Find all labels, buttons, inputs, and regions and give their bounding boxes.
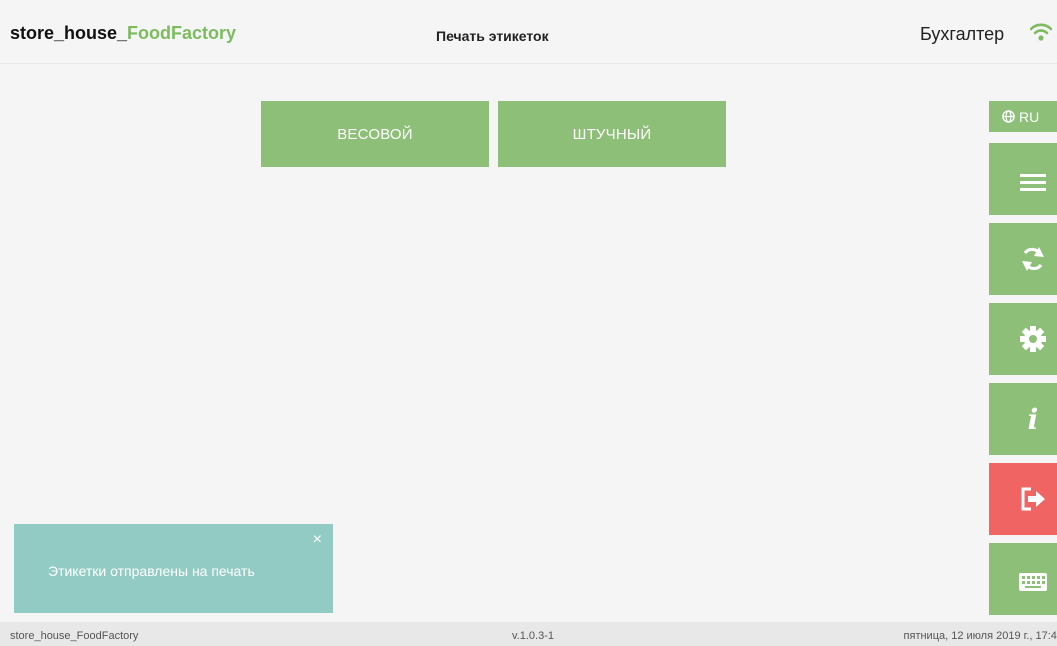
sync-button[interactable] bbox=[989, 223, 1057, 295]
language-button[interactable]: RU bbox=[989, 101, 1057, 132]
hamburger-menu-icon bbox=[1000, 166, 1046, 192]
language-label: RU bbox=[1019, 108, 1040, 125]
close-icon[interactable]: × bbox=[313, 532, 322, 548]
wifi-icon bbox=[1029, 22, 1053, 42]
piece-label-button[interactable]: ШТУЧНЫЙ bbox=[498, 101, 726, 167]
app-title: store_house_FoodFactory bbox=[10, 23, 236, 44]
keyboard-button[interactable] bbox=[989, 543, 1057, 615]
info-button[interactable]: i bbox=[989, 383, 1057, 455]
top-bar: store_house_FoodFactory Печать этикеток … bbox=[0, 0, 1057, 64]
toast-message: Этикетки отправлены на печать bbox=[48, 563, 255, 579]
sync-icon bbox=[1000, 245, 1046, 273]
app-title-accent: FoodFactory bbox=[127, 23, 237, 43]
status-bar: store_house_FoodFactory v.1.0.3-1 пятниц… bbox=[0, 622, 1057, 646]
keyboard-icon bbox=[999, 565, 1047, 593]
logout-button[interactable] bbox=[989, 463, 1057, 535]
gear-icon bbox=[1000, 326, 1046, 352]
weight-label-button[interactable]: ВЕСОВОЙ bbox=[261, 101, 489, 167]
user-role[interactable]: Бухгалтер bbox=[920, 24, 1004, 45]
page-title: Печать этикеток bbox=[436, 28, 549, 44]
footer-datetime: пятница, 12 июля 2019 г., 17:40 bbox=[903, 630, 1057, 642]
globe-icon bbox=[1002, 110, 1015, 123]
footer-app-name: store_house_FoodFactory bbox=[10, 630, 139, 642]
info-icon: i bbox=[1027, 402, 1039, 436]
notification-toast: × Этикетки отправлены на печать bbox=[14, 524, 333, 613]
footer-version: v.1.0.3-1 bbox=[512, 630, 554, 642]
menu-button[interactable] bbox=[989, 143, 1057, 215]
app-title-prefix: store_house_ bbox=[10, 23, 128, 43]
logout-icon bbox=[1000, 486, 1046, 512]
settings-button[interactable] bbox=[989, 303, 1057, 375]
